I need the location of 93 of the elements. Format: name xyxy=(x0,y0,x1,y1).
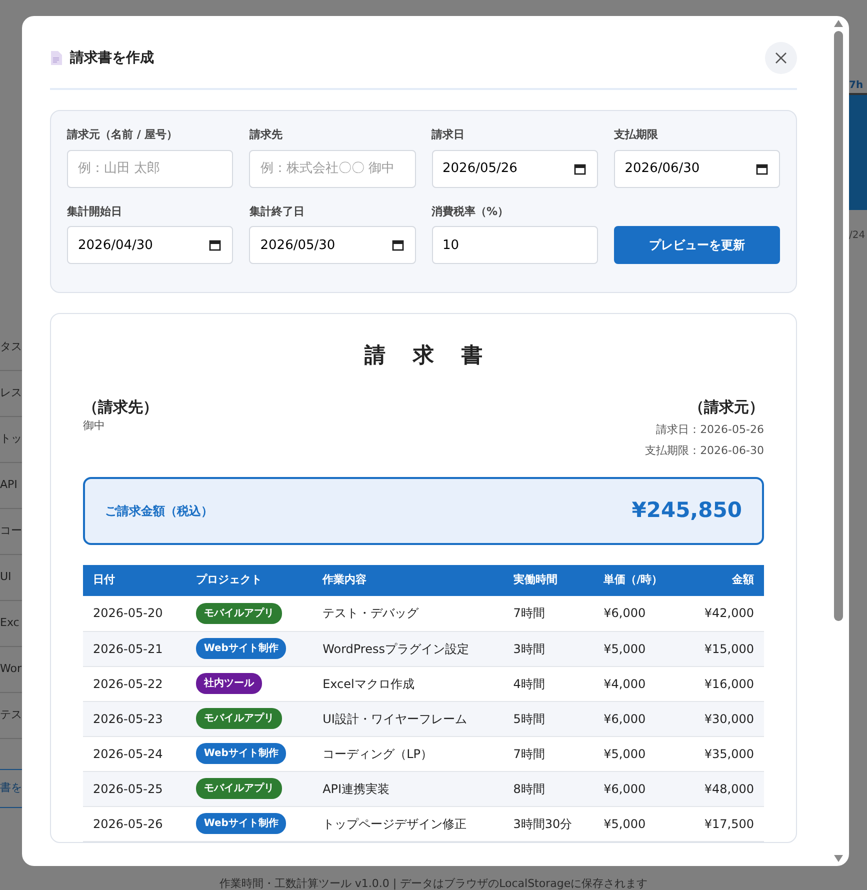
due-date: 支払期限：2026-06-30 xyxy=(645,442,764,458)
table-cell: 4時間 xyxy=(503,666,594,701)
field-label: 請求先 xyxy=(249,127,284,143)
close-icon[interactable] xyxy=(775,52,787,64)
table-cell: ¥5,000 xyxy=(594,736,684,771)
input-field[interactable]: 2026/05/26 xyxy=(432,150,598,188)
table-cell: ¥5,000 xyxy=(594,631,684,666)
input-field[interactable]: 2026/06/30 xyxy=(614,150,780,188)
footer-text: 作業時間・工数計算ツール v1.0.0 | データはブラウザのLocalStorageに保存されます xyxy=(218,876,649,890)
list-item-text: レス xyxy=(0,385,22,402)
table-cell: 7時間 xyxy=(503,736,594,771)
column-header: 作業内容 xyxy=(312,565,504,596)
table-cell: UI設計・ワイヤーフレーム xyxy=(312,701,504,736)
table-cell: トップページデザイン修正 xyxy=(312,806,504,841)
table-cell: 5時間 xyxy=(503,701,594,736)
invoice-title: 請求書 xyxy=(363,342,511,369)
table-cell: ¥17,500 xyxy=(684,806,764,841)
table-cell: 2026-05-22 xyxy=(83,666,186,701)
input-field[interactable]: 2026/05/30 xyxy=(249,226,416,264)
total-amount: ¥245,850 xyxy=(632,497,742,524)
modal-title: 請求書を作成 xyxy=(70,48,154,68)
input-field[interactable]: 10 xyxy=(432,226,598,264)
project-tag: モバイルアプリ xyxy=(196,778,282,799)
table-cell: ¥5,000 xyxy=(594,806,684,841)
scroll-up-icon[interactable] xyxy=(834,20,842,27)
table-cell: 8時間 xyxy=(503,771,594,806)
table-cell: 3時間30分 xyxy=(503,806,594,841)
table-cell: ¥48,000 xyxy=(684,771,764,806)
update-preview-button[interactable]: プレビューを更新 xyxy=(614,226,780,264)
recipient-name: 御中 xyxy=(83,418,106,434)
calendar-icon[interactable] xyxy=(392,239,404,251)
table-cell: ¥6,000 xyxy=(594,771,684,806)
list-item-text: API xyxy=(0,477,18,494)
table-cell: 2026-05-26 xyxy=(83,806,186,841)
table-cell: ¥4,000 xyxy=(594,666,684,701)
table-cell: 2026-05-24 xyxy=(83,736,186,771)
project-tag: Webサイト制作 xyxy=(196,813,286,834)
recipient-heading: （請求先） xyxy=(83,396,158,418)
table-cell: 2026-05-25 xyxy=(83,771,186,806)
table-cell: ¥15,000 xyxy=(684,631,764,666)
field-label: 集計終了日 xyxy=(249,204,306,220)
table-cell: API連携実装 xyxy=(312,771,504,806)
table-cell: Excelマクロ作成 xyxy=(312,666,504,701)
list-item-text: トッ xyxy=(0,431,22,448)
issuer-heading: （請求元） xyxy=(688,396,764,418)
list-item-text: Exc xyxy=(0,615,20,632)
column-header: 金額 xyxy=(684,565,764,596)
input-field[interactable]: 例：株式会社〇〇 御中 xyxy=(249,150,416,188)
column-header: 実働時間 xyxy=(503,565,594,596)
project-tag: モバイルアプリ xyxy=(196,602,282,624)
table-cell: 2026-05-23 xyxy=(83,701,186,736)
table-cell: ¥16,000 xyxy=(684,666,764,701)
close-button[interactable] xyxy=(765,42,797,74)
table-cell: 2026-05-20 xyxy=(83,596,186,631)
table-cell: ¥30,000 xyxy=(684,701,764,736)
scroll-down-icon[interactable] xyxy=(834,855,842,862)
list-item-text: テス xyxy=(0,707,22,724)
field-label: 請求日 xyxy=(432,127,466,143)
project-tag: Webサイト制作 xyxy=(196,743,286,764)
calendar-icon[interactable] xyxy=(574,162,586,174)
list-item-text: Wor xyxy=(0,661,22,678)
table-cell: ¥42,000 xyxy=(684,596,764,631)
issue-date: 請求日：2026-05-26 xyxy=(655,422,764,438)
project-tag: 社内ツール xyxy=(196,673,262,694)
list-item-text: コー xyxy=(0,523,22,540)
total-label: ご請求金額（税込） xyxy=(105,503,213,520)
calendar-icon[interactable] xyxy=(756,162,768,174)
input-field[interactable]: 2026/04/30 xyxy=(67,226,234,264)
table-cell: 3時間 xyxy=(503,631,594,666)
project-tag: Webサイト制作 xyxy=(196,638,286,659)
column-header: 単価（/時） xyxy=(594,565,684,596)
table-cell: 2026-05-21 xyxy=(83,631,186,666)
list-item-text: タス xyxy=(0,339,22,356)
calendar-icon[interactable] xyxy=(209,239,222,251)
table-cell: ¥6,000 xyxy=(594,596,684,631)
field-label: 請求元（名前 / 屋号） xyxy=(67,127,179,143)
table-cell: ¥6,000 xyxy=(594,701,684,736)
list-item-text: UI xyxy=(0,569,12,586)
table-cell: 7時間 xyxy=(503,596,594,631)
field-label: 支払期限 xyxy=(614,127,659,143)
scrollbar-thumb[interactable] xyxy=(834,31,842,621)
table-cell: テスト・デバッグ xyxy=(312,596,504,631)
input-field[interactable]: 例：山田 太郎 xyxy=(67,150,234,188)
column-header: プロジェクト xyxy=(186,565,313,596)
table-cell: コーディング（LP） xyxy=(312,736,504,771)
document-icon xyxy=(50,51,62,65)
field-label: 集計開始日 xyxy=(67,204,123,220)
table-cell: WordPressプラグイン設定 xyxy=(312,631,504,666)
field-label: 消費税率（%） xyxy=(432,204,510,220)
column-header: 日付 xyxy=(83,565,186,596)
table-cell: ¥35,000 xyxy=(684,736,764,771)
date-text: /24 xyxy=(849,229,866,243)
project-tag: モバイルアプリ xyxy=(196,708,282,729)
